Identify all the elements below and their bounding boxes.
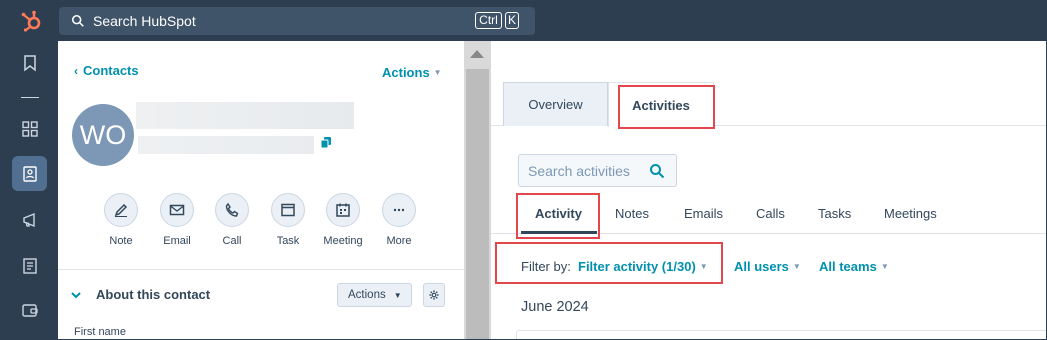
sidebar-scrollbar[interactable]	[464, 41, 491, 339]
nav-marketing[interactable]	[19, 209, 41, 231]
quick-action-call[interactable]: Call	[202, 193, 262, 247]
users-filter-label: All users	[734, 259, 789, 274]
redacted-contact-email	[138, 136, 314, 154]
document-icon	[23, 258, 37, 274]
nav-bookmarks[interactable]	[19, 52, 41, 74]
hubspot-logo-icon[interactable]	[19, 9, 43, 33]
note-label: Note	[109, 235, 133, 247]
nav-contacts[interactable]	[19, 163, 41, 185]
highlight-filter-bar	[495, 242, 723, 284]
subtab-notes[interactable]: Notes	[615, 206, 649, 221]
nav-divider	[21, 97, 39, 98]
ellipsis-icon	[393, 208, 405, 212]
activity-card[interactable]	[516, 330, 1046, 339]
activity-panel: Overview Activities Search activities Ac…	[491, 41, 1046, 339]
global-search-input[interactable]: Search HubSpot Ctrl K	[59, 7, 535, 35]
scrollbar-thumb[interactable]	[466, 69, 489, 339]
top-bar: Search HubSpot Ctrl K	[1, 1, 1046, 41]
quick-action-meeting[interactable]: Meeting	[313, 193, 373, 247]
tab-overview[interactable]: Overview	[503, 82, 608, 126]
highlight-activity-subtab	[516, 193, 600, 239]
calendar-icon	[336, 203, 350, 217]
left-nav	[1, 41, 58, 339]
k-key-hint: K	[505, 12, 519, 29]
record-tabs: Overview Activities	[491, 41, 1046, 127]
quick-action-task[interactable]: Task	[258, 193, 318, 247]
back-to-contacts-link[interactable]: ‹ Contacts	[74, 63, 139, 78]
search-activities-input[interactable]: Search activities	[518, 154, 677, 187]
subtab-tasks[interactable]: Tasks	[818, 206, 851, 221]
grid-icon	[22, 121, 38, 137]
meeting-button[interactable]	[326, 193, 360, 227]
envelope-icon	[169, 204, 185, 216]
contact-card-icon	[23, 166, 37, 182]
caret-down-icon: ▼	[880, 262, 889, 271]
pencil-icon	[114, 203, 128, 217]
subtab-calls[interactable]: Calls	[756, 206, 785, 221]
users-filter-dropdown[interactable]: All users ▼	[734, 259, 801, 274]
nav-content[interactable]	[19, 255, 41, 277]
back-link-label: Contacts	[83, 63, 139, 78]
contact-actions-dropdown[interactable]: Actions ▼	[382, 65, 442, 80]
task-button[interactable]	[271, 193, 305, 227]
task-icon	[281, 203, 295, 217]
search-icon[interactable]	[649, 163, 665, 179]
scroll-up-arrow-icon[interactable]	[470, 50, 484, 58]
task-label: Task	[276, 235, 300, 247]
contact-sidebar: ‹ Contacts Actions ▼ WO Note Email Call …	[58, 41, 464, 339]
section-divider	[58, 269, 464, 270]
teams-filter-label: All teams	[819, 259, 877, 274]
avatar[interactable]: WO	[72, 104, 134, 166]
avatar-initials: WO	[79, 119, 127, 150]
chevron-left-icon: ‹	[74, 64, 78, 78]
teams-filter-dropdown[interactable]: All teams ▼	[819, 259, 889, 274]
caret-down-icon: ▼	[433, 68, 442, 77]
megaphone-icon	[23, 212, 35, 228]
first-name-field-label: First name	[74, 326, 126, 338]
call-button[interactable]	[215, 193, 249, 227]
more-button[interactable]	[382, 193, 416, 227]
quick-action-note[interactable]: Note	[91, 193, 151, 247]
caret-down-icon: ▼	[792, 262, 801, 271]
about-section-title[interactable]: About this contact	[96, 287, 210, 302]
copy-icon[interactable]	[321, 137, 331, 148]
email-label: Email	[163, 235, 191, 247]
wallet-icon	[22, 304, 38, 317]
nav-commerce[interactable]	[19, 299, 41, 321]
gear-icon	[429, 290, 439, 300]
subtab-emails[interactable]: Emails	[684, 206, 723, 221]
about-settings-button[interactable]	[423, 283, 445, 307]
about-actions-label: Actions	[348, 289, 386, 301]
highlight-activities-tab	[618, 85, 715, 129]
quick-action-email[interactable]: Email	[147, 193, 207, 247]
search-activities-placeholder: Search activities	[528, 162, 630, 179]
caret-down-icon: ▼	[393, 290, 402, 300]
search-icon	[71, 14, 84, 27]
contact-actions-label: Actions	[382, 65, 430, 80]
more-label: More	[386, 235, 412, 247]
phone-icon	[225, 202, 239, 217]
about-actions-button[interactable]: Actions ▼	[337, 283, 412, 307]
redacted-contact-name	[136, 102, 354, 129]
app-window: Search HubSpot Ctrl K ‹ Contacts Actions…	[0, 0, 1047, 340]
ctrl-key-hint: Ctrl	[475, 12, 502, 29]
call-label: Call	[222, 235, 242, 247]
subtab-meetings[interactable]: Meetings	[884, 206, 937, 221]
chevron-down-icon[interactable]	[70, 289, 82, 301]
quick-action-more[interactable]: More	[369, 193, 429, 247]
nav-workspaces[interactable]	[19, 118, 41, 140]
month-group-header: June 2024	[521, 299, 589, 315]
note-button[interactable]	[104, 193, 138, 227]
bookmark-icon	[24, 55, 36, 72]
meeting-label: Meeting	[323, 235, 363, 247]
search-placeholder: Search HubSpot	[93, 13, 196, 29]
email-button[interactable]	[160, 193, 194, 227]
